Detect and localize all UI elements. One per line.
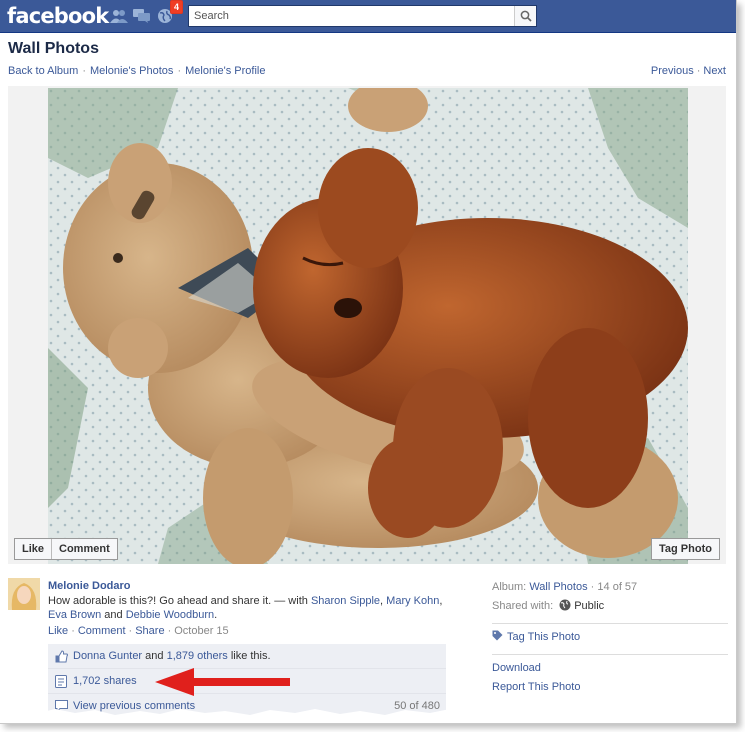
separator: · xyxy=(128,625,133,637)
messages-icon[interactable] xyxy=(133,9,150,23)
post-caption: How adorable is this?! Go ahead and shar… xyxy=(48,595,443,621)
tagged-person[interactable]: Debbie Woodburn xyxy=(126,609,214,621)
download-row: Download xyxy=(492,661,728,680)
tagged-person[interactable]: Sharon Sipple xyxy=(311,595,380,607)
notification-badge: 4 xyxy=(170,0,184,14)
post-author[interactable]: Melonie Dodaro xyxy=(48,580,131,592)
tag-this-photo-link[interactable]: Tag This Photo xyxy=(507,631,580,643)
shared-with-label: Shared with: xyxy=(492,600,554,612)
tagged-person[interactable]: Eva Brown xyxy=(48,609,101,621)
friend-requests-icon[interactable] xyxy=(110,9,128,23)
back-to-album-link[interactable]: Back to Album xyxy=(8,65,78,77)
page-title: Wall Photos xyxy=(8,40,99,57)
separator: · xyxy=(590,581,595,593)
next-link[interactable]: Next xyxy=(703,65,726,77)
photo-pager: Previous · Next xyxy=(651,65,726,77)
album-row: Album: Wall Photos · 14 of 57 xyxy=(492,580,728,599)
shares-link[interactable]: 1,702 shares xyxy=(73,675,137,687)
melonie-profile-link[interactable]: Melonie's Profile xyxy=(185,65,265,77)
separator: · xyxy=(177,65,182,77)
album-link[interactable]: Wall Photos xyxy=(529,581,587,593)
report-photo-link[interactable]: Report This Photo xyxy=(492,681,580,693)
photo-stage xyxy=(8,86,726,564)
avatar[interactable] xyxy=(8,578,40,610)
privacy-value[interactable]: Public xyxy=(574,600,604,612)
top-bar: facebook 4 xyxy=(0,0,736,33)
divider xyxy=(492,623,728,624)
share-icon xyxy=(55,675,67,688)
torn-edge xyxy=(0,700,736,723)
post-date[interactable]: October 15 xyxy=(174,625,228,637)
privacy-row: Shared with: Public xyxy=(492,599,728,618)
photo-image[interactable] xyxy=(48,88,688,564)
photo-comment-button[interactable]: Comment xyxy=(51,539,117,559)
download-link[interactable]: Download xyxy=(492,662,541,674)
photo-like-button[interactable]: Like xyxy=(15,539,51,559)
facebook-logo[interactable]: facebook xyxy=(7,4,109,28)
search-input[interactable] xyxy=(189,6,509,26)
post-actions: Like · Comment · Share · October 15 xyxy=(48,625,229,637)
likes-suffix: like this. xyxy=(230,650,271,662)
search-icon xyxy=(520,10,532,22)
caption-text: How adorable is this?! Go ahead and shar… xyxy=(48,595,308,607)
melonie-photos-link[interactable]: Melonie's Photos xyxy=(90,65,173,77)
others-link[interactable]: 1,879 others xyxy=(167,650,228,662)
separator: · xyxy=(167,625,172,637)
liker-link[interactable]: Donna Gunter xyxy=(73,650,142,662)
tagged-person[interactable]: Mary Kohn xyxy=(386,595,439,607)
report-row: Report This Photo xyxy=(492,680,728,699)
likes-and: and xyxy=(145,650,164,662)
post-comment-link[interactable]: Comment xyxy=(78,625,126,637)
tag-icon xyxy=(492,630,503,641)
album-label: Album: xyxy=(492,581,527,593)
album-position: 14 of 57 xyxy=(597,581,638,593)
previous-link[interactable]: Previous xyxy=(651,65,694,77)
post-like-link[interactable]: Like xyxy=(48,625,68,637)
separator: · xyxy=(82,65,86,77)
post-share-link[interactable]: Share xyxy=(135,625,164,637)
search-button[interactable] xyxy=(514,6,536,26)
search-box xyxy=(188,5,537,27)
photo-sidebar: Album: Wall Photos · 14 of 57 Shared wit… xyxy=(492,580,728,699)
tag-photo-row: Tag This Photo xyxy=(492,630,728,649)
tagged-joiner: and xyxy=(104,609,123,621)
like-comment-buttons: Like Comment xyxy=(14,538,118,560)
separator: · xyxy=(696,65,701,77)
globe-icon[interactable] xyxy=(559,599,571,611)
red-arrow-annotation xyxy=(150,664,295,703)
separator: · xyxy=(71,625,75,637)
facebook-photo-window: facebook 4 Wall Photos Back to Album·Mel… xyxy=(0,0,737,724)
divider xyxy=(492,654,728,655)
breadcrumb: Back to Album · Melonie's Photos · Melonie's… xyxy=(8,65,265,77)
thumbs-up-icon xyxy=(55,650,68,663)
tag-photo-button[interactable]: Tag Photo xyxy=(651,538,720,560)
